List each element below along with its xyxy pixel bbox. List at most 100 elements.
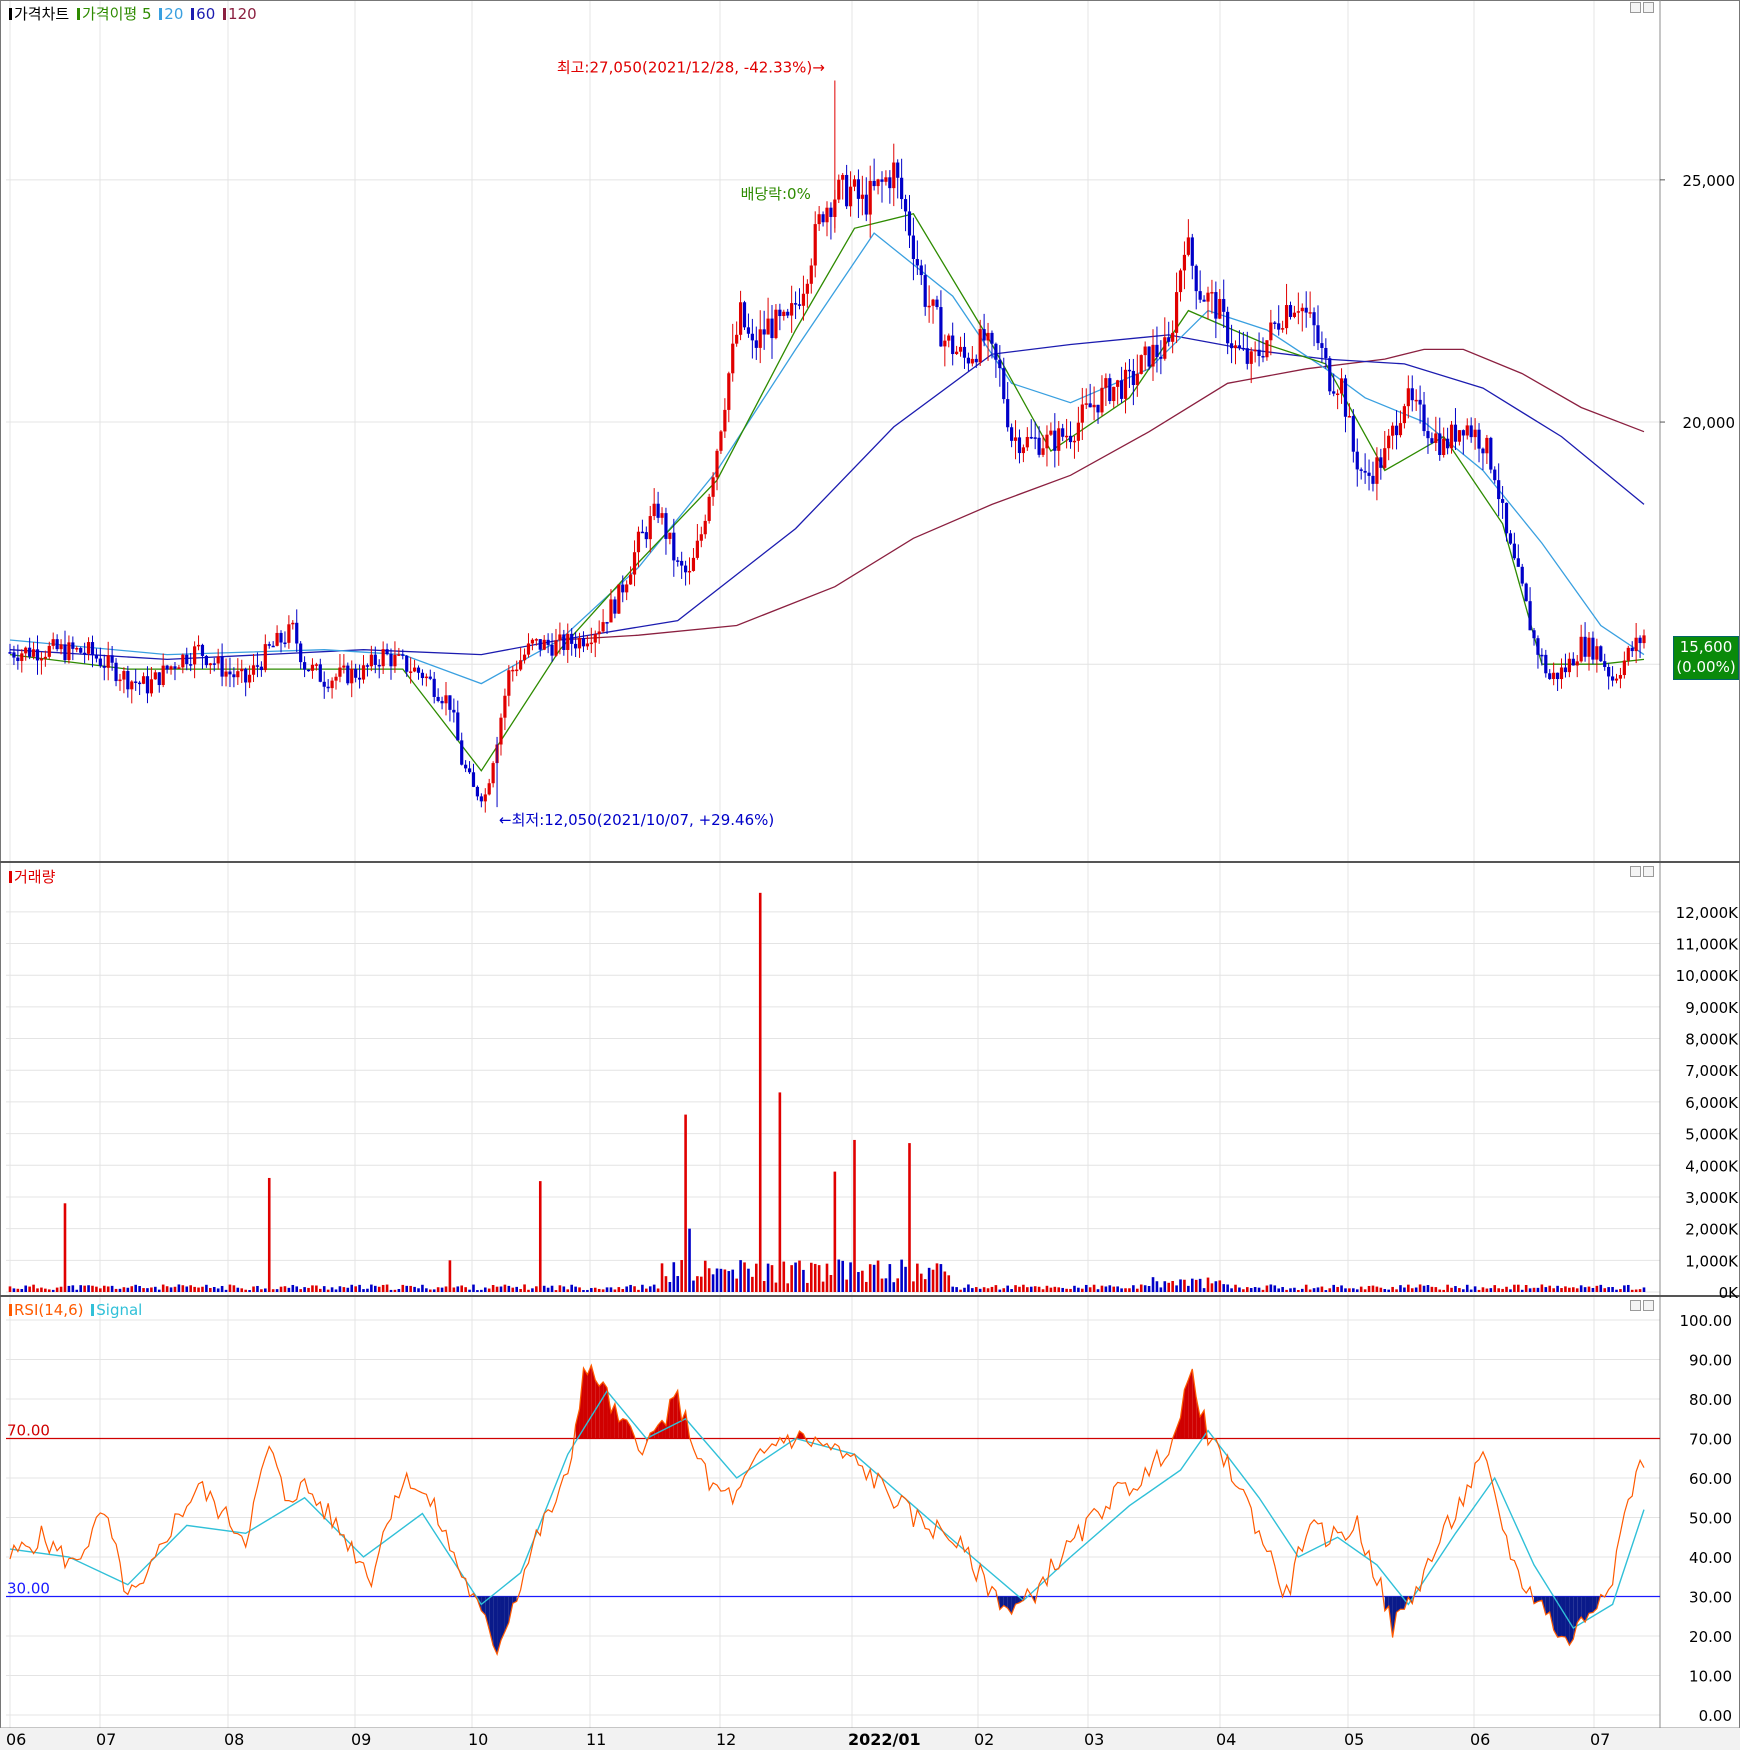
candle-body [51, 639, 55, 646]
volume-bar [1194, 1279, 1198, 1292]
volume-bar [778, 1092, 782, 1292]
candle-body [1571, 658, 1575, 666]
volume-bar [916, 1263, 919, 1292]
candle-body [860, 194, 864, 199]
volume-bar [1104, 1286, 1108, 1292]
candle-body [1548, 673, 1552, 680]
candle-body [1292, 312, 1297, 317]
candle-body [67, 642, 71, 661]
candle-body [1021, 447, 1025, 454]
volume-bar [256, 1285, 259, 1292]
volume-bar [668, 1282, 672, 1292]
volume-bar [1407, 1284, 1410, 1292]
volume-bar [102, 1285, 106, 1292]
candle-body [1324, 347, 1328, 359]
candle-body [193, 646, 197, 665]
rsi-panel-minimize-icon[interactable] [1630, 1300, 1641, 1311]
candle-body [369, 654, 373, 667]
candle-body [601, 622, 605, 632]
candle-body [1575, 661, 1579, 666]
volume-bar [397, 1289, 401, 1292]
volume-bar [562, 1286, 566, 1292]
candle-body [955, 351, 959, 355]
volume-bar [1454, 1286, 1457, 1292]
candle-body [94, 654, 99, 659]
ma60-swatch [191, 8, 195, 20]
candle-body [83, 652, 87, 655]
volume-bar [1642, 1287, 1646, 1292]
price-panel-close-icon[interactable] [1643, 2, 1654, 13]
candle-body [1520, 566, 1524, 584]
candle-body [114, 662, 118, 682]
volume-bar [1249, 1288, 1253, 1292]
volume-bar [283, 1286, 287, 1292]
volume-bar [900, 1259, 903, 1292]
volume-bar [346, 1287, 350, 1292]
candle-body [1174, 292, 1179, 333]
volume-panel-close-icon[interactable] [1643, 866, 1654, 877]
volume-bar [892, 1282, 896, 1292]
volume-bar [279, 1286, 283, 1292]
rsi-panel-close-icon[interactable] [1643, 1300, 1654, 1311]
candle-body [1540, 654, 1544, 657]
volume-tick-label: 7,000K [1685, 1062, 1739, 1080]
candle-body [420, 672, 425, 679]
candle-body [1634, 637, 1638, 652]
candle-body [1375, 457, 1379, 484]
candle-body [943, 340, 947, 347]
candle-body [1206, 292, 1210, 302]
candle-body [373, 654, 377, 665]
volume-bar [1312, 1288, 1316, 1292]
volume-bar [1623, 1285, 1626, 1292]
candle-body [868, 180, 872, 215]
candle-body [1363, 470, 1367, 473]
volume-bar [154, 1286, 157, 1292]
volume-bar [212, 1287, 216, 1292]
volume-bar [531, 1288, 534, 1292]
candle-body [845, 174, 849, 207]
candle-body [240, 668, 244, 672]
candle-body [629, 574, 633, 585]
candle-body [1057, 428, 1061, 451]
candle-body [1497, 480, 1501, 500]
volume-bar [947, 1275, 951, 1292]
volume-panel-minimize-icon[interactable] [1630, 866, 1641, 877]
volume-bar [656, 1288, 660, 1292]
volume-bar [1493, 1285, 1497, 1292]
volume-bar [1057, 1287, 1061, 1292]
candle-body [813, 224, 817, 266]
candle-body [86, 642, 91, 654]
candle-body [1610, 676, 1615, 681]
volume-bar [393, 1289, 397, 1292]
candle-body [24, 647, 28, 654]
candle-body [1438, 433, 1442, 456]
volume-bar [1175, 1285, 1178, 1292]
candle-body [1017, 437, 1022, 454]
volume-bar [1418, 1284, 1422, 1292]
candle-body [978, 329, 982, 363]
price-panel-minimize-icon[interactable] [1630, 2, 1641, 13]
candle-body [1367, 472, 1371, 476]
candle-body [491, 763, 495, 784]
volume-bar [919, 1273, 923, 1292]
candle-body [287, 624, 291, 643]
volume-bar [16, 1288, 20, 1292]
volume-bar [106, 1286, 110, 1292]
volume-bar [1218, 1280, 1222, 1292]
volume-bar [1497, 1288, 1500, 1292]
candle-body [797, 304, 802, 306]
candle-body [801, 293, 806, 306]
rsi-overbought-fill [603, 1381, 608, 1439]
volume-bar [8, 1286, 12, 1292]
signal-legend-swatch [91, 1304, 95, 1316]
volume-bar [1634, 1289, 1638, 1292]
candle-body [177, 667, 181, 669]
candle-body [703, 520, 707, 535]
candle-body [220, 656, 224, 677]
volume-bar [593, 1287, 597, 1292]
volume-bar [782, 1261, 786, 1292]
volume-bar [798, 1260, 801, 1292]
volume-bar [637, 1289, 640, 1292]
candle-body [998, 359, 1002, 369]
candle-body [1112, 386, 1116, 402]
